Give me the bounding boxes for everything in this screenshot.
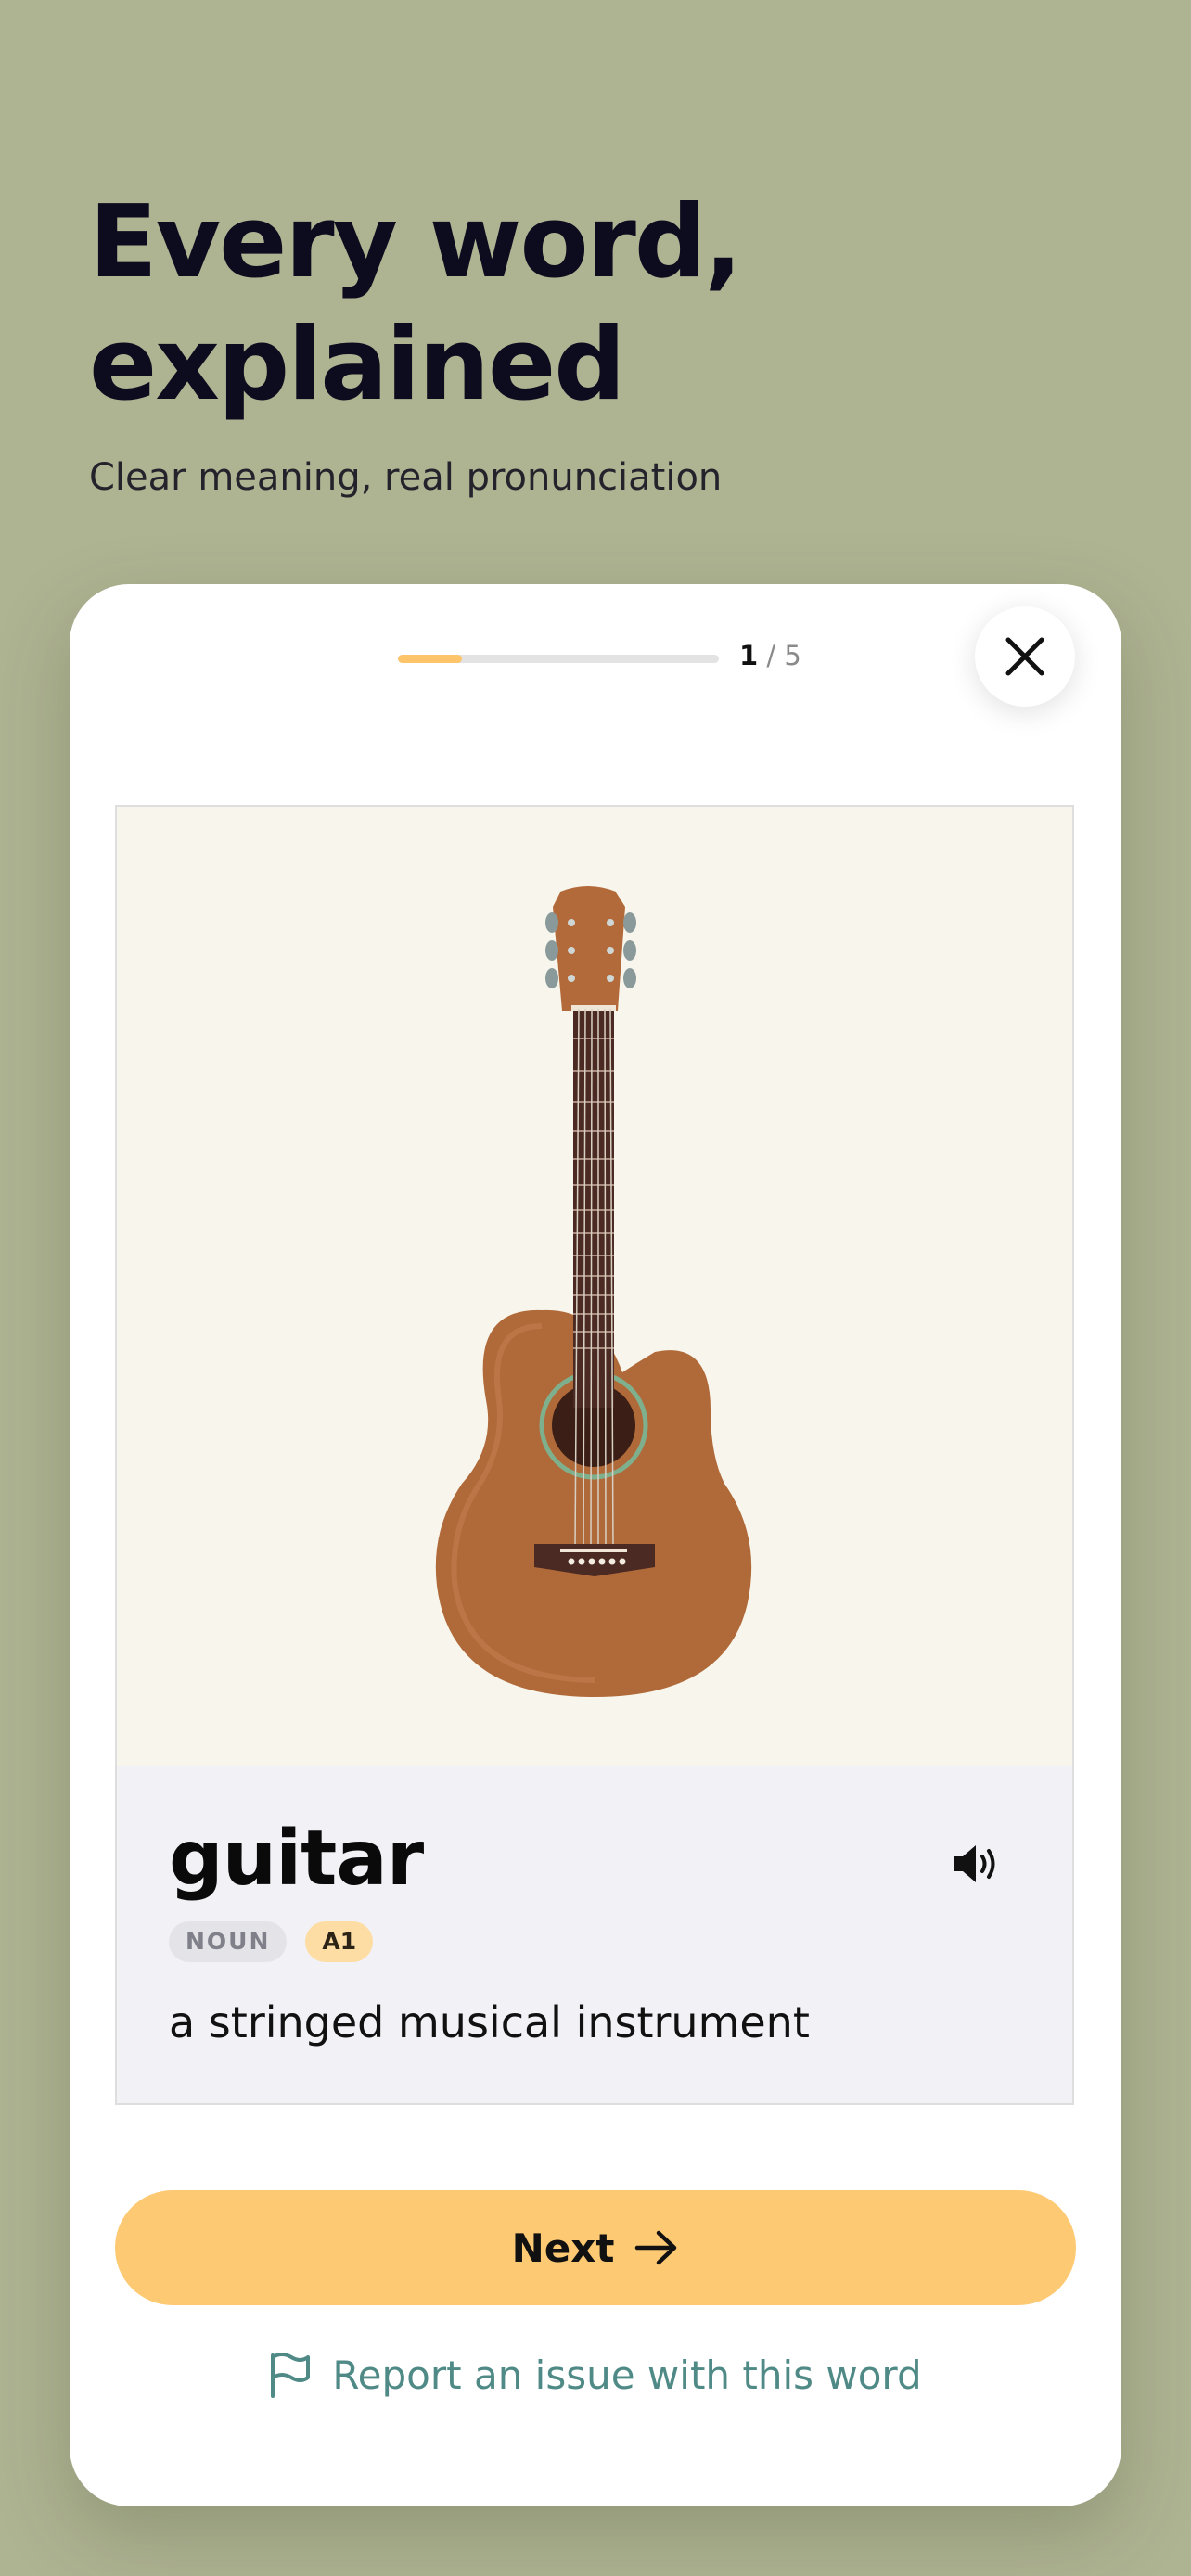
progress-current: 1	[739, 640, 759, 671]
progress-bar-fill	[398, 655, 463, 663]
hero-title-line-1: Every word,	[89, 185, 742, 300]
close-button[interactable]	[975, 606, 1075, 707]
part-of-speech-badge: NOUN	[169, 1921, 288, 1962]
word-info: guitar NOUN A1 a stringed musical instru…	[117, 1766, 1072, 2103]
pronounce-button[interactable]	[952, 1843, 1000, 1889]
report-issue-label: Report an issue with this word	[332, 2352, 922, 2398]
word-definition: a stringed musical instrument	[169, 1997, 810, 2047]
flashcard-sheet: 1 / 5 guitar NOUN A1 a stringed musical …	[70, 584, 1121, 2506]
word-image	[117, 807, 1072, 1766]
progress-counter: 1 / 5	[739, 640, 801, 671]
word-title: guitar	[169, 1815, 424, 1903]
speaker-icon	[954, 1845, 995, 1882]
word-badges: NOUN A1	[169, 1921, 374, 1962]
next-button-label: Next	[511, 2225, 615, 2271]
hero-title: Every word, explained	[89, 182, 1109, 427]
close-icon	[1005, 637, 1044, 676]
flag-icon	[271, 2353, 311, 2398]
progress-bar	[398, 655, 719, 663]
word-panel: guitar NOUN A1 a stringed musical instru…	[115, 805, 1074, 2105]
guitar-illustration	[435, 886, 752, 1697]
next-button[interactable]: Next	[115, 2190, 1076, 2305]
report-issue-link[interactable]: Report an issue with this word	[70, 2352, 1121, 2398]
hero-title-line-2: explained	[89, 307, 626, 423]
hero-subtitle: Clear meaning, real pronunciation	[89, 456, 723, 499]
progress-separator: /	[758, 640, 785, 671]
arrow-right-icon	[635, 2230, 677, 2265]
progress-total: 5	[784, 640, 801, 671]
level-badge: A1	[305, 1921, 374, 1962]
